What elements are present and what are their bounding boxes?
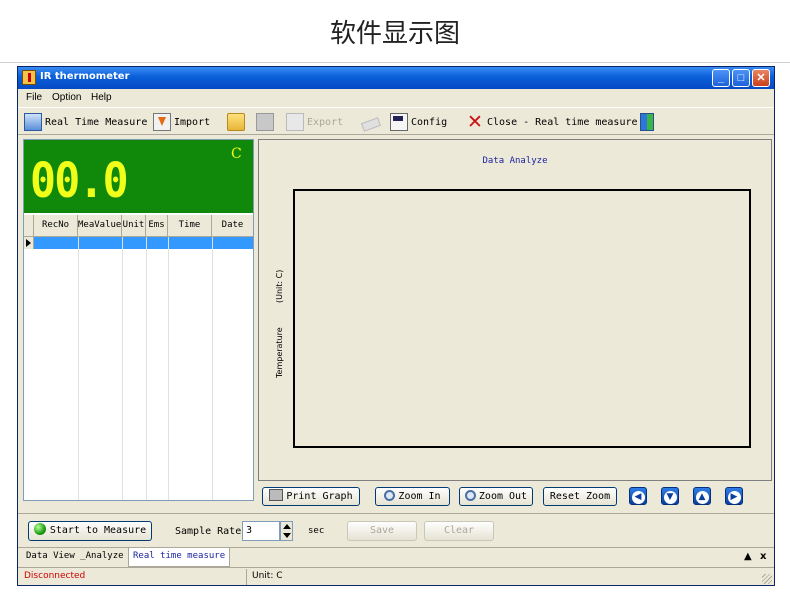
tab-scroll-icon[interactable]: ▲ [744,551,752,562]
chart-title: Data Analyze [482,156,548,166]
chart-panel: Data Analyze (Unit: C) Temperature [258,139,772,481]
zoom-out-label: Zoom Out [478,491,528,502]
table-row[interactable] [24,237,253,249]
connection-status: Disconnected [24,571,86,581]
real-time-measure-button[interactable]: Real Time Measure [24,112,147,132]
sample-rate-input[interactable]: 3 [242,521,280,541]
status-divider [246,569,247,585]
monitor-icon [24,113,42,131]
up-arrow-icon: ▲ [695,491,709,504]
config-button[interactable]: Config [390,112,447,132]
unit-status: Unit: C [252,571,283,581]
export-button[interactable]: Export [286,112,343,132]
save-button[interactable]: Save [347,521,417,541]
heading-divider [0,62,790,63]
print-graph-label: Print Graph [286,491,353,502]
col-meavalue[interactable]: MeaValue [78,215,122,236]
data-grid-header: RecNo MeaValue Unit Ems Time Date [24,215,253,237]
plot-area[interactable] [293,189,751,448]
title-bar[interactable]: IR thermometer _ □ ✕ [18,67,774,89]
save-file-button[interactable] [256,112,277,132]
tab-data-view-analyze[interactable]: Data View _Analyze [22,548,128,567]
maximize-button[interactable]: □ [732,69,750,87]
pan-right-button[interactable]: ▶ [725,487,743,505]
tab-real-time-measure[interactable]: Real time measure [128,548,231,567]
menu-help[interactable]: Help [91,92,112,103]
thermometer-app-icon [22,70,36,85]
status-bar: Disconnected Unit: C [18,567,774,586]
close-real-time-button[interactable]: ✕ Close - Real time measure [466,111,638,133]
grid-divider [78,237,79,500]
grid-divider [168,237,169,500]
eraser-icon [361,116,381,132]
grid-corner [24,215,34,236]
zoom-in-button[interactable]: Zoom In [375,487,450,506]
measurement-panel: 00.0 C RecNo MeaValue Unit Ems Time Date [23,139,254,501]
sample-rate-spinner[interactable] [280,521,293,541]
tab-close-icon[interactable]: x [760,551,766,562]
clear-button[interactable]: Clear [424,521,494,541]
chart-ylabel: Temperature [275,327,284,378]
open-folder-button[interactable] [227,112,248,132]
zoom-in-label: Zoom In [398,491,441,502]
col-ems[interactable]: Ems [146,215,168,236]
eraser-button[interactable] [361,112,383,132]
import-icon [153,113,171,131]
chart-ylabel-unit: (Unit: C) [275,269,284,303]
close-window-button[interactable]: ✕ [752,69,770,87]
temperature-value: 00.0 [30,153,129,209]
col-recno[interactable]: RecNo [34,215,78,236]
config-label: Config [411,116,448,128]
menu-bar: File Option Help [18,89,774,107]
right-arrow-icon: ▶ [727,491,741,504]
minimize-button[interactable]: _ [712,69,730,87]
tab-strip: Data View _Analyze Real time measure ▲ x [18,547,774,567]
grid-divider [212,237,213,500]
app-window: IR thermometer _ □ ✕ File Option Help Re… [17,66,775,586]
magnifier-icon [464,490,476,501]
print-graph-button[interactable]: Print Graph [262,487,360,506]
down-arrow-icon: ▼ [663,491,677,504]
resize-grip-icon[interactable] [762,574,772,584]
close-real-time-label: Close - Real time measure [487,116,638,128]
pan-left-button[interactable]: ◀ [629,487,647,505]
zoom-out-button[interactable]: Zoom Out [459,487,533,506]
config-icon [390,113,408,131]
menu-file[interactable]: File [26,92,42,103]
row-pointer-icon [24,237,34,249]
reset-zoom-button[interactable]: Reset Zoom [543,487,617,506]
sample-rate-label: Sample Rate [175,526,242,537]
toolbar: Real Time Measure Import Export Config ✕… [18,107,774,135]
import-button[interactable]: Import [153,112,210,132]
exit-button[interactable] [640,112,657,132]
grid-divider [122,237,123,500]
close-x-icon: ✕ [467,111,483,133]
sec-label: sec [308,526,325,536]
col-unit[interactable]: Unit [122,215,146,236]
page-heading: 软件显示图 [329,19,460,49]
left-arrow-icon: ◀ [631,491,645,504]
export-icon [286,113,304,131]
pan-up-button[interactable]: ▲ [693,487,711,505]
col-date[interactable]: Date [212,215,253,236]
start-measure-button[interactable]: Start to Measure [28,521,152,541]
pan-down-button[interactable]: ▼ [661,487,679,505]
col-time[interactable]: Time [168,215,212,236]
temperature-display: 00.0 C [24,140,253,213]
measure-controls: Start to Measure Sample Rate 3 sec Save … [18,513,774,545]
window-title: IR thermometer [40,71,130,82]
start-measure-label: Start to Measure [49,525,147,536]
save-icon [256,113,274,131]
real-time-measure-label: Real Time Measure [45,116,148,128]
grid-divider [146,237,147,500]
temperature-unit: C [231,146,242,162]
printer-icon [269,489,284,501]
menu-option[interactable]: Option [52,92,81,103]
green-dot-icon [33,523,46,535]
exit-door-icon [640,113,654,131]
import-label: Import [174,116,211,128]
folder-icon [227,113,245,131]
export-label: Export [307,116,344,128]
magnifier-icon [384,490,396,501]
